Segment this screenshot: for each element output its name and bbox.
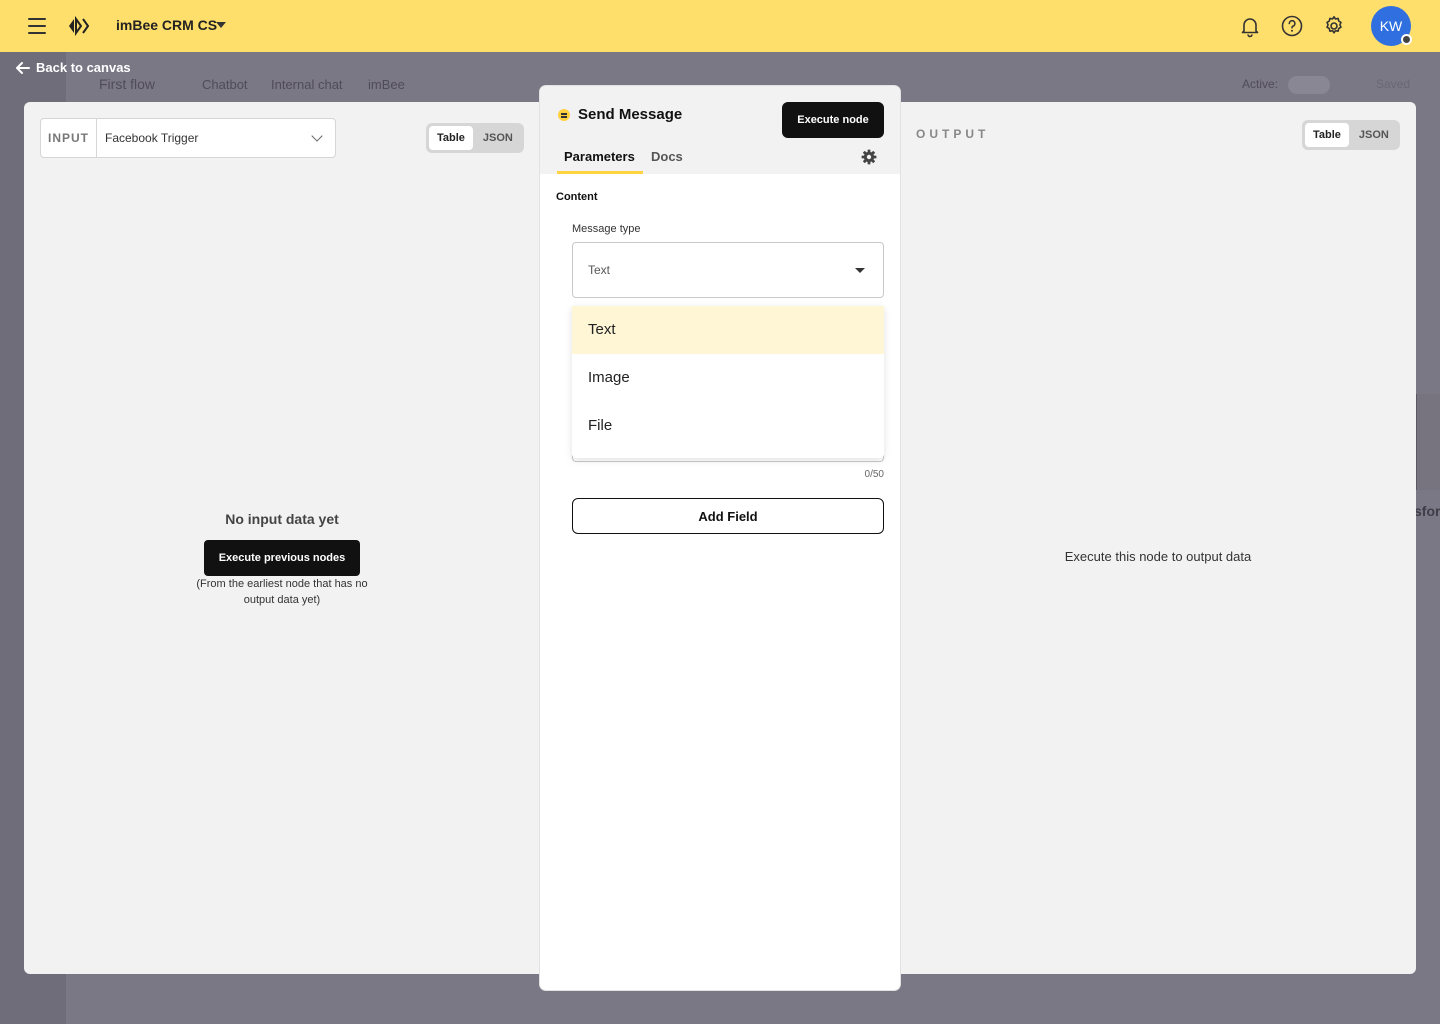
workspace-name[interactable]: imBee CRM CS [116, 17, 217, 33]
header-tab-imbee: imBee [368, 77, 405, 92]
content-section-label: Content [556, 191, 598, 203]
header-tab-internal-chat: Internal chat [271, 77, 343, 92]
header-tab-chatbot: Chatbot [202, 77, 248, 92]
input-view-toggle: Table JSON [426, 123, 524, 153]
help-icon[interactable] [1280, 14, 1304, 38]
caret-down-icon [855, 268, 865, 273]
arrow-left-icon [16, 61, 30, 74]
imbee-logo-icon [69, 16, 90, 36]
char-counter: 0/50 [864, 469, 884, 480]
node-parameters-panel: Send Message Execute node Parameters Doc… [540, 86, 900, 990]
chevron-down-icon [311, 130, 323, 142]
output-label: OUTPUT [916, 127, 990, 141]
execute-node-button[interactable]: Execute node [782, 102, 884, 138]
tab-parameters[interactable]: Parameters [564, 149, 635, 164]
execute-previous-nodes-button[interactable]: Execute previous nodes [204, 540, 360, 576]
active-tab-indicator [557, 171, 643, 174]
workspace-dropdown-icon[interactable] [216, 22, 226, 28]
back-to-canvas-link[interactable]: Back to canvas [16, 60, 131, 75]
input-json-toggle[interactable]: JSON [475, 126, 521, 150]
input-table-toggle[interactable]: Table [429, 126, 473, 150]
execute-previous-hint: (From the earliest node that has no outp… [196, 578, 368, 606]
input-label: INPUT [41, 119, 97, 157]
send-message-icon [558, 109, 570, 121]
active-toggle [1288, 76, 1330, 94]
output-view-toggle: Table JSON [1302, 120, 1400, 150]
status-indicator [1401, 34, 1412, 45]
output-json-toggle[interactable]: JSON [1351, 123, 1397, 147]
input-node-value: Facebook Trigger [105, 131, 199, 145]
top-bar: imBee CRM CS KW [0, 0, 1440, 52]
input-node-select[interactable]: INPUT Facebook Trigger [40, 118, 336, 158]
saved-label: Saved [1376, 77, 1411, 91]
user-avatar[interactable]: KW [1371, 6, 1412, 46]
option-file[interactable]: File [572, 402, 884, 450]
bell-icon[interactable] [1238, 14, 1262, 38]
no-input-title: No input data yet [225, 511, 339, 527]
canvas-node-partial-label: sfor [1414, 503, 1440, 519]
panel-header: Send Message Execute node Parameters Doc… [540, 86, 900, 174]
option-image[interactable]: Image [572, 354, 884, 402]
message-type-label: Message type [572, 223, 641, 235]
back-to-canvas-label: Back to canvas [36, 60, 131, 75]
canvas-node-partial [1416, 394, 1440, 490]
node-title[interactable]: Send Message [578, 106, 682, 123]
settings-gear-icon[interactable] [1322, 14, 1346, 38]
node-settings-gear-icon[interactable] [861, 149, 877, 165]
option-text[interactable]: Text [572, 306, 884, 354]
message-type-dropdown: Text Image File [572, 306, 884, 458]
avatar-initials: KW [1379, 18, 1403, 34]
active-label: Active: [1242, 77, 1279, 91]
flow-name: First flow [99, 76, 155, 92]
output-table-toggle[interactable]: Table [1305, 123, 1349, 147]
menu-icon[interactable] [28, 18, 46, 34]
tab-docs[interactable]: Docs [651, 149, 683, 164]
message-type-select[interactable]: Text [572, 242, 884, 298]
output-empty-message: Execute this node to output data [1064, 549, 1252, 564]
message-type-value: Text [588, 263, 611, 277]
add-field-button[interactable]: Add Field [572, 498, 884, 534]
